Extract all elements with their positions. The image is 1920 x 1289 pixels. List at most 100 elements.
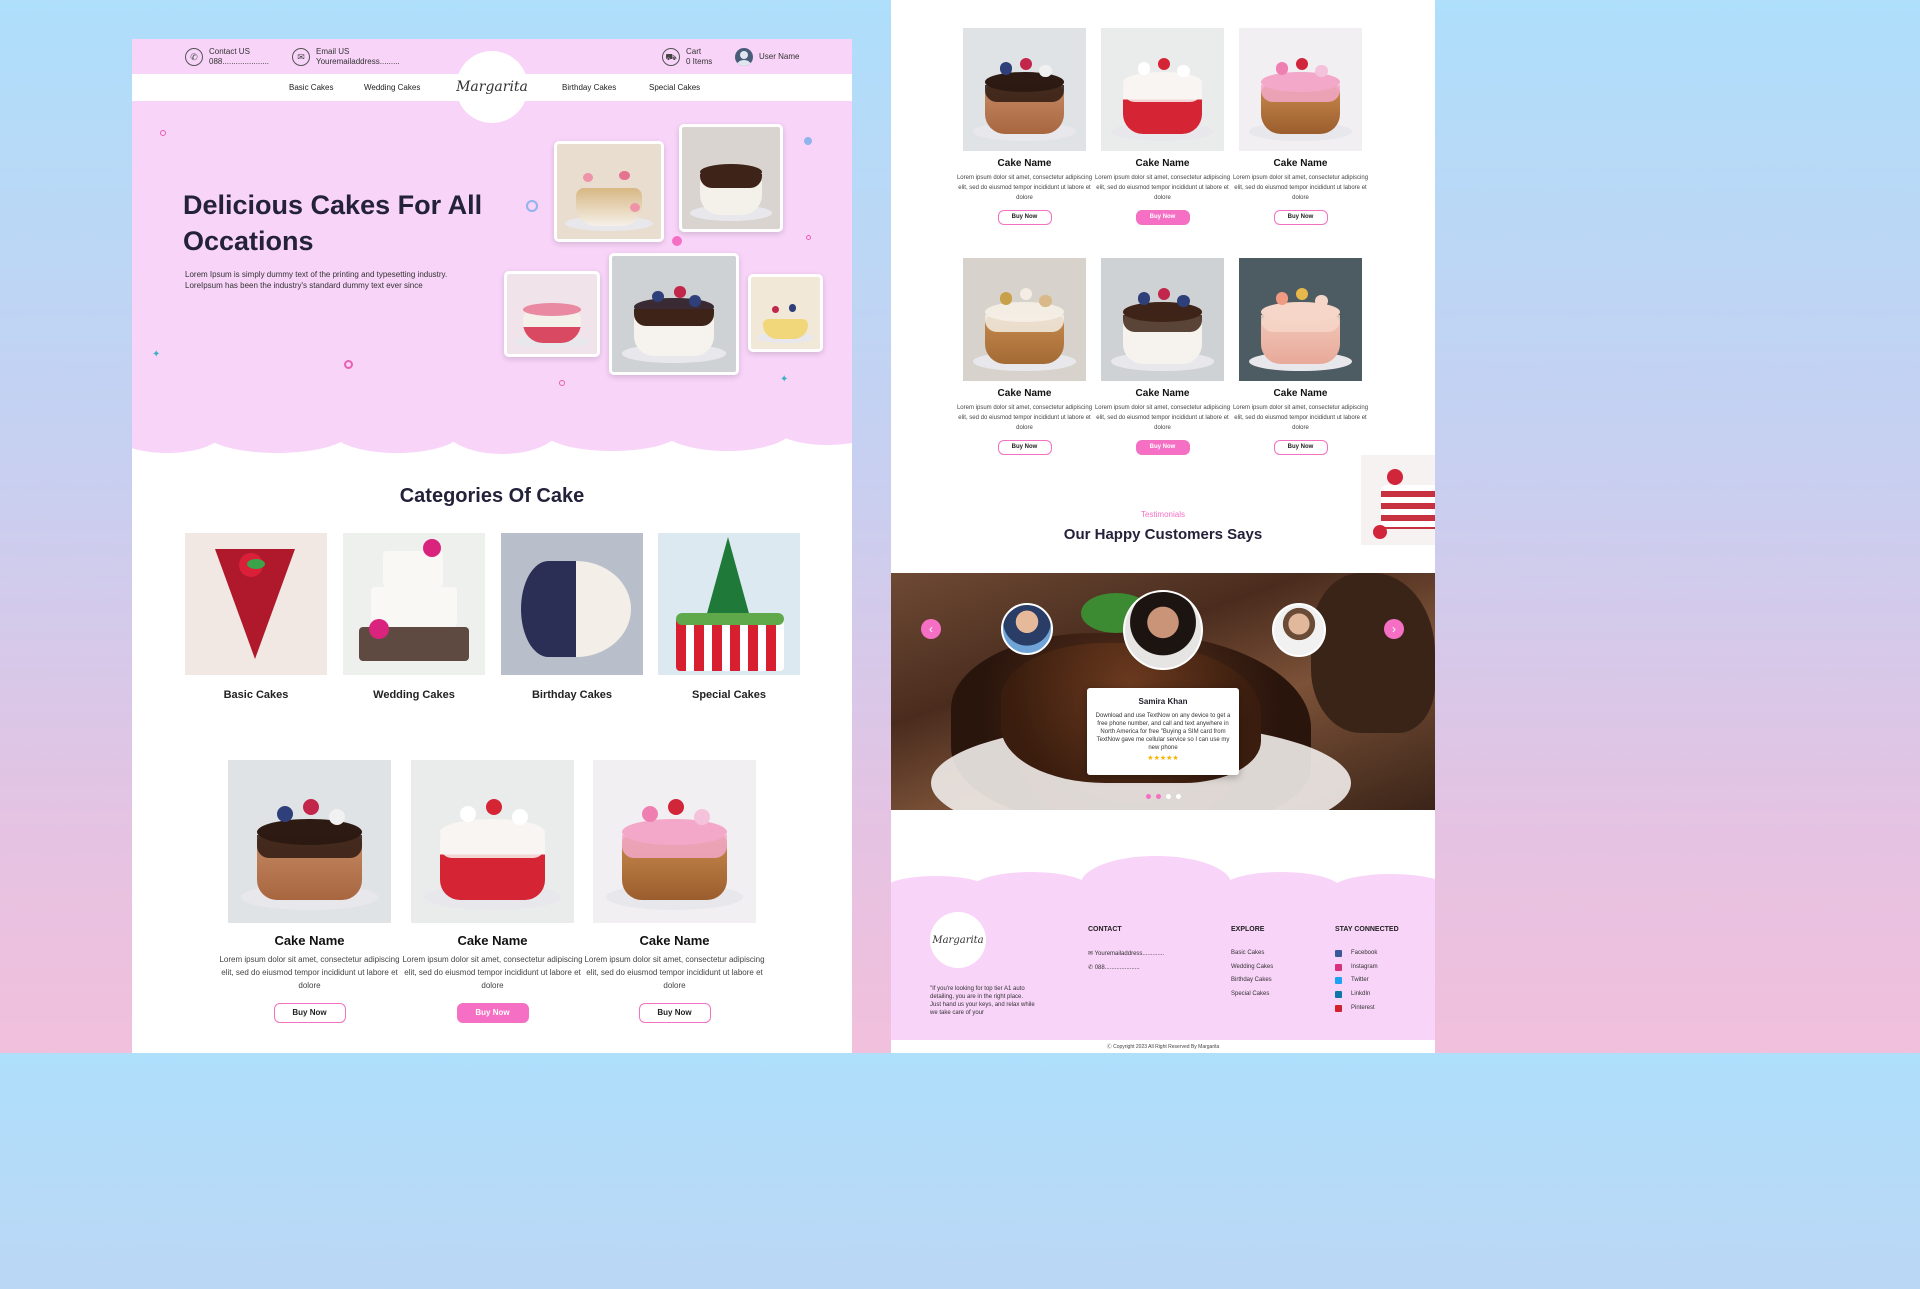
- carousel-dot[interactable]: [1156, 794, 1161, 799]
- cart-label: Cart: [686, 47, 702, 56]
- mail-icon: ✉: [1088, 951, 1095, 957]
- category-label-basic[interactable]: Basic Cakes: [185, 689, 327, 701]
- logo[interactable]: Margarita: [456, 51, 528, 123]
- buy-now-button[interactable]: Buy Now: [1273, 210, 1328, 225]
- cart-count: 0 Items: [686, 57, 713, 66]
- carousel-next-button[interactable]: ›: [1384, 619, 1404, 639]
- product-name[interactable]: Cake Name: [1219, 158, 1382, 169]
- footer-contact-heading: CONTACT: [1088, 926, 1122, 933]
- category-card-birthday[interactable]: [501, 533, 643, 675]
- carousel-dot[interactable]: [1146, 794, 1151, 799]
- sparkle-icon: ✦: [780, 374, 789, 385]
- user-avatar-icon: [735, 48, 753, 66]
- nav-birthday-cakes[interactable]: Birthday Cakes: [562, 83, 616, 92]
- footer-logo-text: Margarita: [932, 934, 984, 946]
- hero-text: Lorem Ipsum is simply dummy text of the …: [185, 270, 448, 290]
- footer-link-wedding[interactable]: Wedding Cakes: [1231, 964, 1273, 970]
- cloud-decoration: [202, 407, 352, 453]
- social-twitter[interactable]: Twitter: [1351, 977, 1369, 983]
- customer-avatar-active[interactable]: [1123, 590, 1203, 670]
- product-description: Lorem ipsum dolor sit amet, consectetur …: [584, 955, 765, 990]
- testimonial-card: Samira Khan Download and use TextNow on …: [1087, 688, 1239, 775]
- footer-email[interactable]: ✉ Youremailaddress.............: [1088, 950, 1164, 957]
- buy-now-button[interactable]: Buy Now: [1135, 210, 1190, 225]
- product-image[interactable]: [1239, 28, 1362, 151]
- sparkle-icon: [526, 200, 538, 212]
- sparkle-icon: [804, 137, 812, 145]
- email-value: Youremailaddress.........: [316, 57, 400, 66]
- social-linkedin[interactable]: LinkdIn: [1351, 991, 1370, 997]
- carousel-dot[interactable]: [1176, 794, 1181, 799]
- product-name[interactable]: Cake Name: [1219, 388, 1382, 399]
- footer-link-birthday[interactable]: Birthday Cakes: [1231, 977, 1272, 983]
- footer: Margarita "If you're looking for top tie…: [891, 888, 1435, 1040]
- contact-info[interactable]: ✆ Contact US 088.....................: [185, 47, 269, 67]
- social-pinterest[interactable]: Pinterest: [1351, 1005, 1375, 1011]
- product-image[interactable]: [228, 760, 391, 923]
- sparkle-icon: [806, 235, 811, 240]
- product-image[interactable]: [1239, 258, 1362, 381]
- customer-avatar[interactable]: [1001, 603, 1053, 655]
- carousel-prev-button[interactable]: ‹: [921, 619, 941, 639]
- nav-basic-cakes[interactable]: Basic Cakes: [289, 83, 333, 92]
- nav-wedding-cakes[interactable]: Wedding Cakes: [364, 83, 420, 92]
- testimonials-eyebrow: Testimonials: [1140, 510, 1185, 519]
- logo-text: Margarita: [456, 79, 528, 95]
- hero-photo-berry-cake: [504, 271, 600, 357]
- category-label-wedding[interactable]: Wedding Cakes: [343, 689, 485, 701]
- home-page-right: Cake Name Lorem ipsum dolor sit amet, con…: [891, 0, 1435, 1053]
- sparkle-icon: [344, 360, 353, 369]
- customer-avatar[interactable]: [1272, 603, 1326, 657]
- sparkle-icon: ✦: [152, 349, 161, 360]
- sparkle-icon: [160, 130, 166, 136]
- product-image[interactable]: [1101, 258, 1224, 381]
- product-image[interactable]: [1101, 28, 1224, 151]
- hero-section: ✦ ✦ Delicious Cakes For All Occations Lo…: [132, 101, 852, 431]
- email-label: Email US: [316, 47, 350, 56]
- testimonial-name: Samira Khan: [1138, 697, 1188, 706]
- product-image[interactable]: [593, 760, 756, 923]
- buy-now-button[interactable]: Buy Now: [997, 210, 1052, 225]
- buy-now-button[interactable]: Buy Now: [1273, 440, 1328, 455]
- social-facebook[interactable]: Facebook: [1351, 950, 1377, 956]
- category-label-special[interactable]: Special Cakes: [658, 689, 800, 701]
- email-info[interactable]: ✉ Email US Youremailaddress.........: [292, 47, 400, 67]
- carousel-dot-active[interactable]: [1166, 794, 1171, 799]
- social-instagram[interactable]: Instagram: [1351, 964, 1378, 970]
- footer-link-special[interactable]: Special Cakes: [1231, 991, 1269, 997]
- product-description: Lorem ipsum dolor sit amet, consectetur …: [1232, 405, 1369, 431]
- contact-value: 088.....................: [209, 57, 270, 66]
- footer-phone[interactable]: ✆ 088.....................: [1088, 964, 1140, 971]
- sparkle-icon: [559, 380, 565, 386]
- category-label-birthday[interactable]: Birthday Cakes: [501, 689, 643, 701]
- footer-explore-heading: EXPLORE: [1231, 926, 1265, 933]
- footer-logo[interactable]: Margarita: [930, 912, 986, 968]
- user-menu[interactable]: User Name: [735, 48, 799, 66]
- category-card-special[interactable]: [658, 533, 800, 675]
- twitter-icon: [1335, 977, 1342, 984]
- product-name[interactable]: Cake Name: [208, 933, 411, 948]
- product-description: Lorem ipsum dolor sit amet, consectetur …: [402, 955, 583, 990]
- cart-icon: ⛟: [662, 48, 680, 66]
- product-image[interactable]: [963, 28, 1086, 151]
- category-card-basic[interactable]: [185, 533, 327, 675]
- buy-now-button[interactable]: Buy Now: [997, 440, 1052, 455]
- nav-special-cakes[interactable]: Special Cakes: [649, 83, 700, 92]
- hero-photo-drip-cake: [609, 253, 739, 375]
- buy-now-button[interactable]: Buy Now: [1135, 440, 1190, 455]
- buy-now-button[interactable]: Buy Now: [273, 1003, 346, 1023]
- cloud-decoration: [332, 409, 462, 453]
- home-page-left: ✆ Contact US 088..................... ✉ …: [132, 39, 852, 1053]
- product-name[interactable]: Cake Name: [391, 933, 594, 948]
- footer-social-heading: STAY CONNECTED: [1335, 926, 1399, 933]
- product-name[interactable]: Cake Name: [573, 933, 776, 948]
- hero-photo-chocolate-cake: [679, 124, 783, 232]
- buy-now-button[interactable]: Buy Now: [638, 1003, 711, 1023]
- footer-link-basic[interactable]: Basic Cakes: [1231, 950, 1264, 956]
- product-image[interactable]: [411, 760, 574, 923]
- category-card-wedding[interactable]: [343, 533, 485, 675]
- cart[interactable]: ⛟ Cart 0 Items: [662, 47, 712, 67]
- product-image[interactable]: [963, 258, 1086, 381]
- buy-now-button[interactable]: Buy Now: [456, 1003, 529, 1023]
- product-description: Lorem ipsum dolor sit amet, consectetur …: [1232, 175, 1369, 201]
